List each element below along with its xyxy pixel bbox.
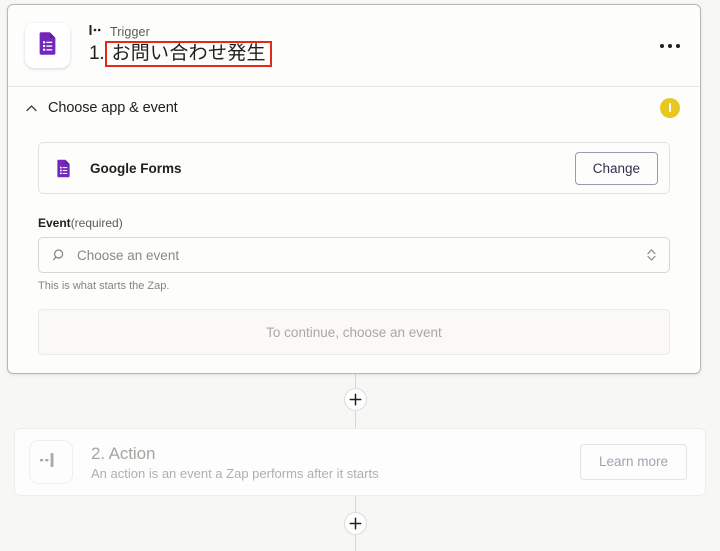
selected-app-row: Google Forms Change	[38, 142, 670, 194]
action-card-text: 2. Action An action is an event a Zap pe…	[91, 444, 580, 481]
google-forms-icon	[34, 30, 61, 62]
add-step-button-lower[interactable]	[344, 512, 367, 535]
chevron-up-down-icon[interactable]	[646, 247, 657, 263]
more-options-icon[interactable]	[658, 38, 682, 54]
selected-app-name: Google Forms	[90, 160, 182, 176]
kebab-dot	[660, 43, 664, 48]
add-step-button-upper[interactable]	[344, 388, 367, 411]
trigger-title-annotation-box: お問い合わせ発生	[105, 40, 272, 67]
trigger-kicker: Trigger	[89, 25, 682, 40]
warning-exclamation	[668, 102, 672, 114]
event-select-placeholder: Choose an event	[77, 247, 180, 263]
search-icon	[52, 248, 66, 262]
event-required-text: (required)	[70, 216, 123, 230]
event-select-input[interactable]: Choose an event	[38, 237, 670, 273]
trigger-step-title: お問い合わせ発生	[111, 41, 266, 64]
change-app-button[interactable]: Change	[574, 151, 658, 185]
section-title: Choose app & event	[48, 100, 178, 116]
google-forms-icon	[53, 158, 74, 179]
choose-app-event-section-header[interactable]: Choose app & event	[8, 87, 700, 129]
trigger-step-card: Trigger 1. お問い合わせ発生 Choose app & event G…	[7, 4, 701, 374]
action-step-icon	[39, 450, 63, 475]
trigger-card-header[interactable]: Trigger 1. お問い合わせ発生	[8, 5, 700, 87]
plus-icon	[349, 393, 362, 406]
kebab-dot	[676, 43, 680, 48]
chevron-up-icon[interactable]	[25, 102, 38, 115]
trigger-app-tile	[25, 23, 70, 68]
trigger-header-text: Trigger 1. お問い合わせ発生	[89, 25, 682, 67]
learn-more-button[interactable]: Learn more	[579, 444, 687, 480]
event-field-label: Event(required)	[38, 216, 670, 230]
action-subtitle: An action is an event a Zap performs aft…	[91, 465, 379, 481]
action-title: 2. Action	[91, 443, 156, 463]
trigger-section-content: Google Forms Change Event(required) Choo…	[8, 142, 700, 355]
continue-notice-banner: To continue, choose an event	[38, 309, 670, 355]
kebab-dot	[668, 43, 672, 48]
continue-notice-text: To continue, choose an event	[266, 324, 442, 340]
trigger-card-body: Choose app & event Google Forms Change E…	[8, 87, 700, 373]
trigger-kicker-label: Trigger	[110, 25, 150, 39]
action-icon-tile	[29, 440, 73, 484]
event-label-text: Event	[38, 216, 71, 230]
warning-icon	[660, 98, 680, 118]
action-step-card[interactable]: 2. Action An action is an event a Zap pe…	[14, 428, 706, 496]
trigger-step-number: 1.	[89, 42, 105, 64]
trigger-title-line: 1. お問い合わせ発生	[89, 40, 682, 67]
event-field-help-text: This is what starts the Zap.	[38, 280, 170, 292]
trigger-bolt-icon	[89, 23, 104, 41]
plus-icon	[349, 517, 362, 530]
